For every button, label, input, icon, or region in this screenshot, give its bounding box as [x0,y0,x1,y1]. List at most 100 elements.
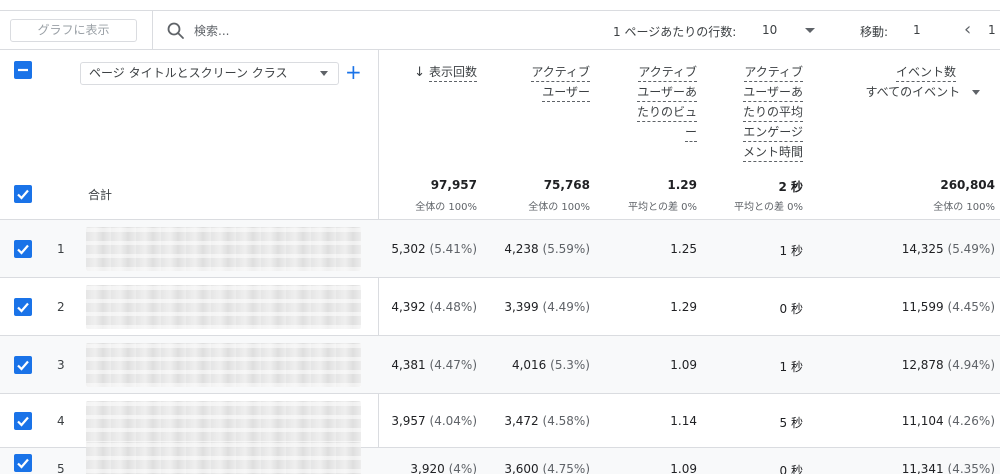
event-filter-select[interactable]: すべてのイベント [865,82,980,102]
column-header-label: アクティブ [531,64,590,82]
column-header-label: たりのビュ [636,104,697,122]
blurred-page-title [86,343,361,387]
cell-value: 4,381 [391,358,426,372]
table-row[interactable]: 2 4,392 (4.48%) 3,399 (4.49%) 1.29 0 秒 11,599… [0,278,1000,336]
total-value: 75,768 [543,178,590,192]
add-dimension-icon[interactable]: + [345,60,362,84]
row-checkbox[interactable] [14,454,32,472]
total-value: 1.29 [667,178,697,192]
cell-value: 3,957 [391,414,426,428]
cell-avg-engagement: 1 秒 [780,242,803,259]
blurred-page-title [86,227,361,271]
total-value: 97,957 [430,178,477,192]
table-row[interactable]: 3 4,381 (4.47%) 4,016 (5.3%) 1.09 1 秒 12,878 … [0,336,1000,394]
row-checkbox[interactable] [14,412,32,430]
cell-value: 1.09 [670,358,697,372]
cell-event-count: 11,599 (4.45%) [902,300,995,314]
total-subtext: 全体の 100% [528,202,590,213]
column-header-avg-engagement[interactable]: アクティブ ユーザーあ たりの平均 エンゲージ メント時間 [742,62,803,162]
cell-percent: (4.75%) [542,462,590,474]
cell-value: 11,599 [901,300,944,314]
rows-per-page-label: 1 ページあたりの行数: [613,25,737,39]
column-header-label: メント時間 [742,144,803,162]
select-all-checkbox-indeterminate[interactable] [14,61,32,79]
cell-percent: (4.48%) [429,300,477,314]
column-header-views-per-user[interactable]: アクティブ ユーザーあ たりのビュ ー [636,62,697,142]
cell-percent: (5.3%) [550,358,590,372]
cell-value: 1.29 [670,300,697,314]
arrow-down-icon: ↓ [414,65,425,80]
dimension-select-label: ページ タイトルとスクリーン クラス [89,66,288,80]
cell-event-count: 11,104 (4.26%) [902,414,995,428]
search-icon [167,22,184,39]
cell-value: 5,302 [391,242,426,256]
row-checkbox[interactable] [14,298,32,316]
cell-percent: (4%) [448,462,477,474]
cell-event-count: 12,878 (4.94%) [902,358,995,372]
column-header-label: 表示回数 [428,64,477,82]
blurred-page-title [86,442,361,474]
column-header-label: アクティブ [744,64,803,82]
show-in-graph-button[interactable]: グラフに表示 [10,19,137,42]
cell-avg-engagement: 0 秒 [780,300,803,317]
blurred-page-title [86,285,361,329]
cell-value: 1.09 [670,462,697,474]
page-indicator: 1 [988,23,996,37]
totals-checkbox[interactable] [14,185,32,203]
cell-views-per-user: 1.09 [670,462,697,474]
cell-event-count: 14,325 (5.49%) [902,242,995,256]
cell-value: 1.14 [670,414,697,428]
cell-percent: (4.04%) [429,414,477,428]
table-row[interactable]: 4 3,957 (4.04%) 3,472 (4.58%) 1.14 5 秒 11,104… [0,394,1000,448]
cell-active-users: 3,472 (4.58%) [504,414,590,428]
row-checkbox[interactable] [14,240,32,258]
caret-down-icon [320,71,328,76]
event-filter-label: すべてのイベント [865,85,961,99]
cell-views: 4,381 (4.47%) [391,358,477,372]
table-row[interactable]: 5 3,920 (4%) 3,600 (4.75%) 1.09 0 秒 11,341 (4… [0,442,1000,474]
cell-value: 11,341 [901,462,944,474]
cell-value: 0 秒 [779,464,803,474]
column-header-label: イベント数 [895,64,956,82]
cell-percent: (4.49%) [542,300,590,314]
cell-value: 1 秒 [779,360,803,374]
cell-views: 5,302 (5.41%) [391,242,477,256]
cell-percent: (5.59%) [542,242,590,256]
table-row[interactable]: 1 5,302 (5.41%) 4,238 (5.59%) 1.25 1 秒 14,325… [0,220,1000,278]
search-input[interactable] [194,20,494,42]
cell-percent: (4.45%) [947,300,995,314]
total-subtext: 全体の 100% [415,202,477,213]
cell-value: 11,104 [901,414,944,428]
row-checkbox[interactable] [14,356,32,374]
caret-down-icon [972,90,980,95]
column-header-views[interactable]: ↓ 表示回数 [414,62,477,83]
row-number: 5 [57,462,65,474]
cell-percent: (4.35%) [947,462,995,474]
cell-value: 4,392 [391,300,426,314]
totals-label: 合計 [88,188,113,202]
rows-per-page-select[interactable]: 10 [762,23,777,37]
column-header-event-count[interactable]: イベント数 [895,62,956,82]
row-number: 3 [57,358,65,372]
chevron-left-icon[interactable]: ‹ [964,19,971,41]
row-number: 2 [57,300,65,314]
cell-value: 12,878 [901,358,944,372]
cell-percent: (4.58%) [542,414,590,428]
cell-views-per-user: 1.09 [670,358,697,372]
dimension-select[interactable]: ページ タイトルとスクリーン クラス [80,62,339,85]
cell-event-count: 11,341 (4.35%) [902,462,995,474]
cell-value: 0 秒 [779,302,803,316]
cell-percent: (5.41%) [429,242,477,256]
cell-value: 3,399 [504,300,539,314]
caret-down-icon[interactable] [805,28,815,33]
cell-views: 3,957 (4.04%) [391,414,477,428]
goto-page-input[interactable]: 1 [913,23,921,37]
total-value: 2 秒 [778,180,803,194]
cell-avg-engagement: 5 秒 [780,414,803,431]
cell-views-per-user: 1.14 [670,414,697,428]
column-header-active-users[interactable]: アクティブ ユーザー [531,62,590,102]
cell-value: 4,238 [504,242,539,256]
cell-views-per-user: 1.29 [670,300,697,314]
cell-value: 3,472 [504,414,539,428]
cell-active-users: 4,016 (5.3%) [512,358,590,372]
